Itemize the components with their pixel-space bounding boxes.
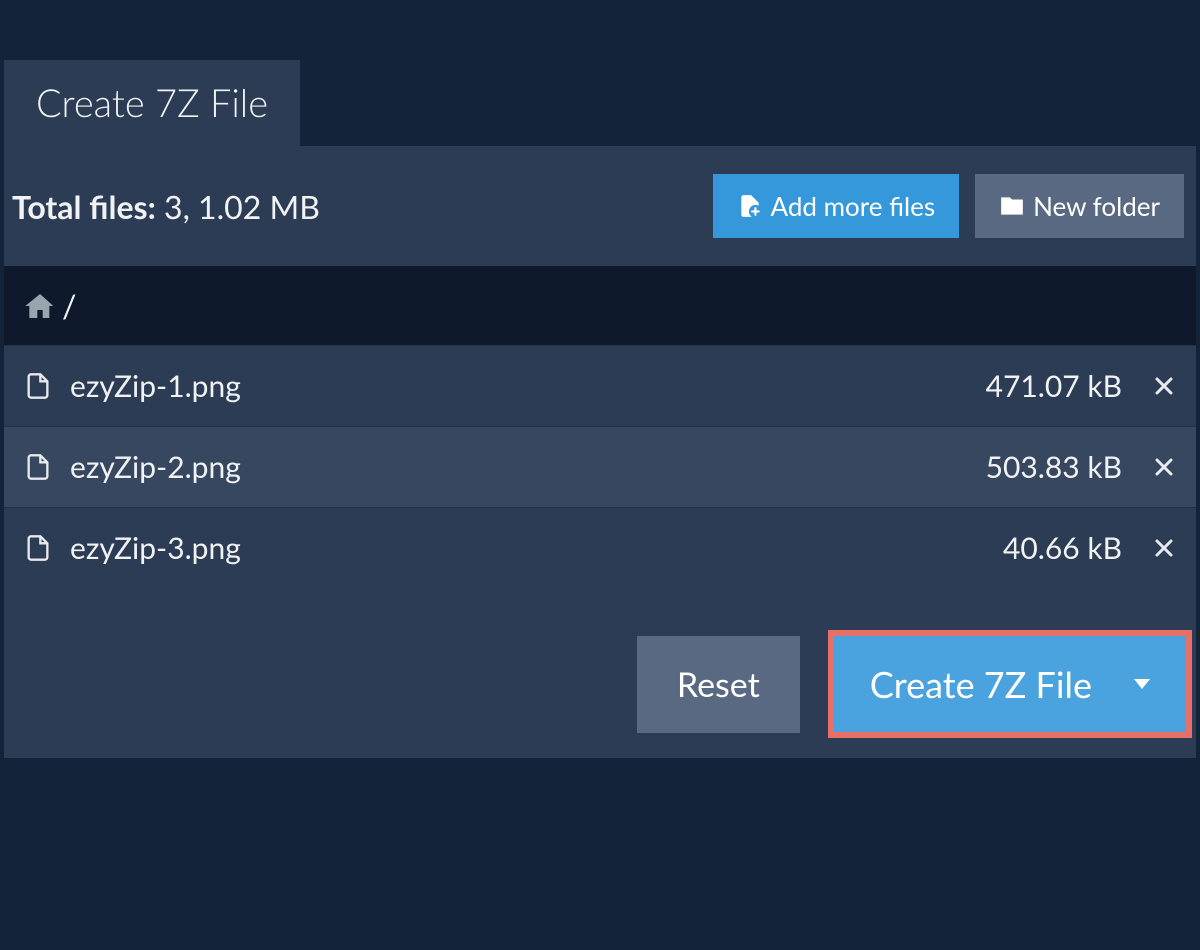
file-list: ezyZip-1.png 471.07 kB ezyZip-2.png 503.… <box>4 345 1196 588</box>
tab-create-7z[interactable]: Create 7Z File <box>4 60 300 146</box>
file-icon <box>24 372 52 400</box>
new-folder-button[interactable]: New folder <box>975 174 1184 238</box>
home-icon[interactable] <box>24 290 56 322</box>
reset-button[interactable]: Reset <box>637 636 800 733</box>
chevron-down-icon <box>1134 679 1150 689</box>
add-files-label: Add more files <box>771 190 936 222</box>
toolbar: Total files: 3, 1.02 MB Add more files <box>4 146 1196 266</box>
file-name: ezyZip-3.png <box>70 530 985 566</box>
file-row[interactable]: ezyZip-3.png 40.66 kB <box>4 507 1196 588</box>
actions-bar: Reset Create 7Z File <box>4 588 1196 758</box>
file-icon <box>24 453 52 481</box>
create-label: Create 7Z File <box>870 662 1092 706</box>
file-add-icon <box>737 193 763 219</box>
total-files-value: 3, 1.02 MB <box>156 187 320 226</box>
file-size: 471.07 kB <box>986 368 1122 404</box>
breadcrumb-separator: / <box>62 286 76 325</box>
breadcrumb[interactable]: / <box>4 266 1196 345</box>
total-files-label: Total files: <box>12 187 156 226</box>
content-panel: Total files: 3, 1.02 MB Add more files <box>4 146 1196 758</box>
tab-bar: Create 7Z File <box>0 0 1200 146</box>
file-icon <box>24 534 52 562</box>
file-name: ezyZip-2.png <box>70 449 968 485</box>
total-files-text: Total files: 3, 1.02 MB <box>12 187 320 226</box>
create-button-highlight: Create 7Z File <box>828 630 1192 738</box>
file-row[interactable]: ezyZip-1.png 471.07 kB <box>4 345 1196 426</box>
create-7z-file-button[interactable]: Create 7Z File <box>834 636 1186 732</box>
toolbar-buttons: Add more files New folder <box>713 174 1184 238</box>
add-more-files-button[interactable]: Add more files <box>713 174 960 238</box>
close-icon[interactable] <box>1152 536 1176 560</box>
close-icon[interactable] <box>1152 455 1176 479</box>
reset-label: Reset <box>677 664 760 705</box>
file-size: 40.66 kB <box>1003 530 1122 566</box>
file-row[interactable]: ezyZip-2.png 503.83 kB <box>4 426 1196 507</box>
new-folder-label: New folder <box>1033 190 1160 222</box>
close-icon[interactable] <box>1152 374 1176 398</box>
tab-label: Create 7Z File <box>36 80 268 126</box>
file-name: ezyZip-1.png <box>70 368 968 404</box>
file-size: 503.83 kB <box>986 449 1122 485</box>
folder-icon <box>999 193 1025 219</box>
